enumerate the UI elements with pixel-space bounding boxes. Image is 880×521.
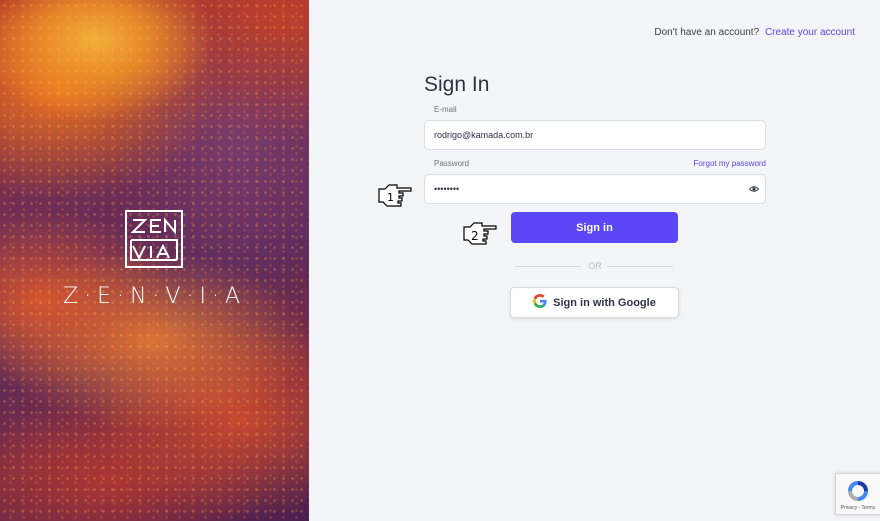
divider-right <box>607 266 673 267</box>
brand-panel: Z·E·N·V·I·A <box>0 0 309 521</box>
google-sign-in-label: Sign in with Google <box>553 296 656 309</box>
forgot-password-link[interactable]: Forgot my password <box>694 159 766 168</box>
step-1-label: 1 <box>387 191 394 204</box>
pointing-hand-icon: 1 <box>377 181 413 209</box>
password-value: •••••••• <box>434 184 460 194</box>
google-icon <box>533 294 547 311</box>
email-field[interactable]: rodrigo@kamada.com.br <box>424 120 766 150</box>
password-label: Password <box>434 159 470 168</box>
google-sign-in-button[interactable]: Sign in with Google <box>510 287 679 318</box>
step-2-label: 2 <box>471 229 479 243</box>
password-field[interactable]: •••••••• <box>424 174 766 204</box>
signup-question: Don't have an account? <box>654 27 760 38</box>
brand-wordmark: Z·E·N·V·I·A <box>63 284 246 309</box>
recaptcha-icon <box>846 479 870 508</box>
recaptcha-footer: Privacy - Terms <box>840 505 876 511</box>
create-account-link[interactable]: Create your account <box>765 27 855 38</box>
divider-left <box>515 266 581 267</box>
pointing-hand-icon: 2 <box>462 219 498 247</box>
or-separator: OR <box>588 261 602 271</box>
signup-prompt: Don't have an account? Create your accou… <box>654 27 855 38</box>
recaptcha-badge[interactable]: Privacy - Terms <box>835 473 880 515</box>
eye-icon[interactable] <box>748 184 760 194</box>
sign-in-button[interactable]: Sign in <box>511 212 678 243</box>
email-value: rodrigo@kamada.com.br <box>434 130 534 140</box>
zenvia-logo-icon <box>125 210 183 268</box>
email-label: E-mail <box>434 105 457 114</box>
page-title: Sign In <box>424 73 490 96</box>
